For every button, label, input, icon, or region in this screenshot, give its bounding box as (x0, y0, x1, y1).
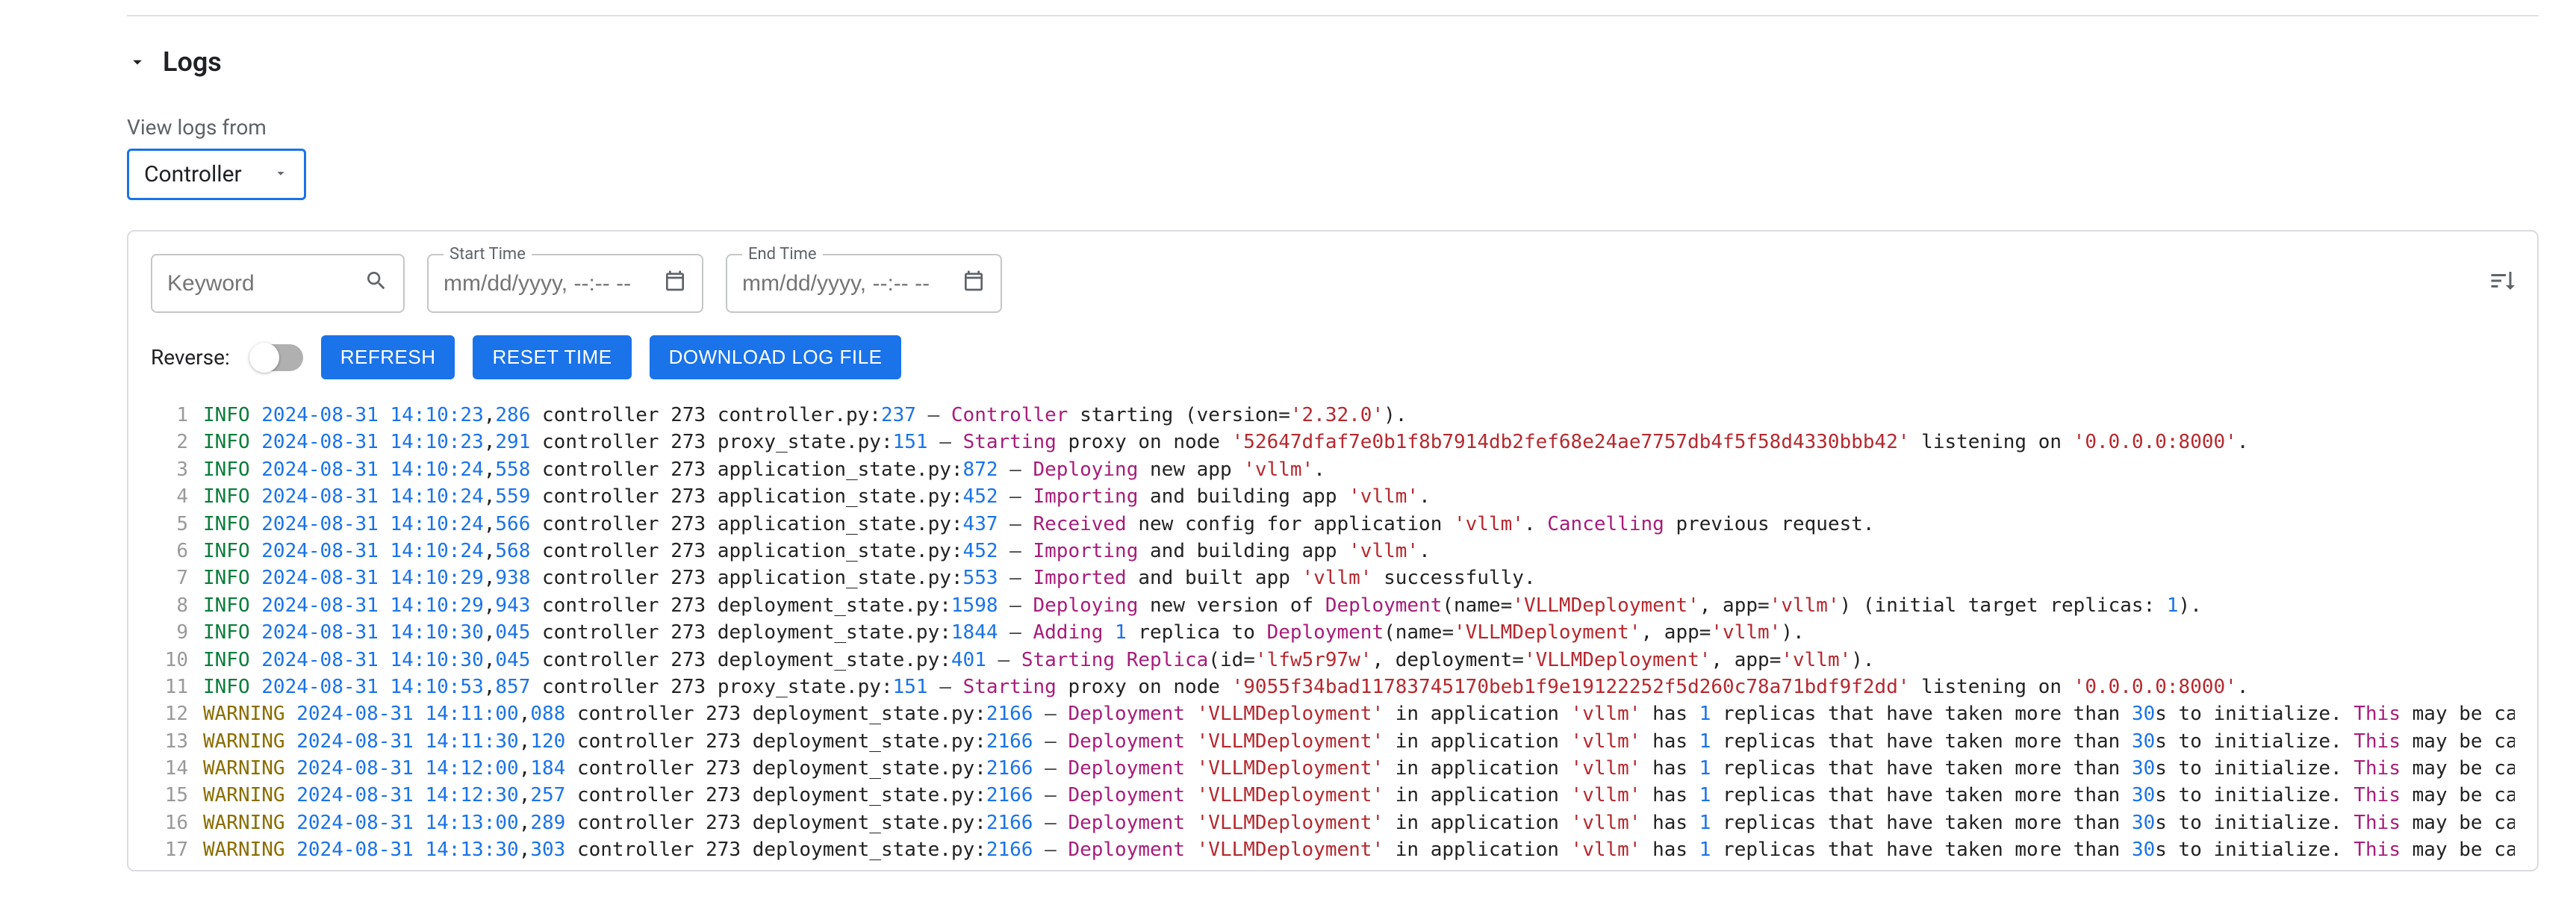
log-line: 4 INFO 2024-08-31 14:10:24,559 controller… (151, 483, 2515, 510)
log-content: INFO 2024-08-31 14:10:24,566 controller … (203, 511, 1875, 538)
log-line: 1 INFO 2024-08-31 14:10:23,286 controller… (151, 402, 2515, 429)
filter-row: Start Time End Time (151, 254, 2515, 313)
line-number: 12 (151, 700, 188, 727)
line-number: 16 (151, 809, 188, 836)
line-number: 4 (151, 483, 188, 510)
calendar-icon[interactable] (663, 269, 687, 298)
line-number: 5 (151, 511, 188, 538)
log-content: INFO 2024-08-31 14:10:29,938 controller … (203, 565, 1536, 591)
chevron-down-icon (127, 52, 148, 72)
keyword-input-box[interactable] (151, 254, 405, 313)
log-content: WARNING 2024-08-31 14:13:30,303 controll… (203, 836, 2515, 863)
logs-panel: Start Time End Time Reverse: REFRESH RES… (127, 230, 2539, 871)
logs-section-header[interactable]: Logs (127, 46, 2539, 78)
log-content: WARNING 2024-08-31 14:12:30,257 controll… (203, 782, 2515, 809)
download-log-button[interactable]: DOWNLOAD LOG FILE (650, 335, 902, 379)
line-number: 7 (151, 565, 188, 591)
end-time-label: End Time (742, 245, 823, 264)
log-line: 12 WARNING 2024-08-31 14:11:00,088 contro… (151, 700, 2515, 727)
start-time-label: Start Time (444, 245, 532, 264)
log-line: 11 INFO 2024-08-31 14:10:53,857 controlle… (151, 674, 2515, 700)
log-line: 7 INFO 2024-08-31 14:10:29,938 controller… (151, 565, 2515, 591)
line-number: 3 (151, 456, 188, 483)
log-line: 17 WARNING 2024-08-31 14:13:30,303 contro… (151, 836, 2515, 863)
keyword-input[interactable] (167, 271, 352, 296)
end-time-box[interactable]: End Time (726, 254, 1002, 313)
log-content: INFO 2024-08-31 14:10:23,291 controller … (203, 429, 2248, 456)
log-line: 15 WARNING 2024-08-31 14:12:30,257 contro… (151, 782, 2515, 809)
reverse-label: Reverse: (151, 345, 230, 370)
log-content: INFO 2024-08-31 14:10:23,286 controller … (203, 402, 1407, 429)
line-number: 17 (151, 836, 188, 863)
search-icon[interactable] (364, 269, 388, 298)
start-time-box[interactable]: Start Time (427, 254, 703, 313)
line-number: 2 (151, 429, 188, 456)
log-line: 10 INFO 2024-08-31 14:10:30,045 controlle… (151, 647, 2515, 674)
log-content: INFO 2024-08-31 14:10:30,045 controller … (203, 619, 1805, 646)
start-time-input[interactable] (444, 271, 651, 296)
log-content: INFO 2024-08-31 14:10:30,045 controller … (203, 647, 1875, 674)
view-logs-from-label: View logs from (127, 115, 2539, 140)
calendar-icon[interactable] (962, 269, 986, 298)
line-number: 15 (151, 782, 188, 809)
log-line: 3 INFO 2024-08-31 14:10:24,558 controller… (151, 456, 2515, 483)
log-line: 16 WARNING 2024-08-31 14:13:00,289 contro… (151, 809, 2515, 836)
line-number: 11 (151, 674, 188, 700)
line-number: 8 (151, 592, 188, 619)
line-number: 10 (151, 647, 188, 674)
line-number: 6 (151, 538, 188, 565)
reverse-toggle[interactable] (251, 344, 303, 371)
log-content: WARNING 2024-08-31 14:11:00,088 controll… (203, 700, 2515, 727)
line-number: 1 (151, 402, 188, 429)
log-line: 9 INFO 2024-08-31 14:10:30,045 controller… (151, 619, 2515, 646)
log-line: 14 WARNING 2024-08-31 14:12:00,184 contro… (151, 755, 2515, 782)
log-content: INFO 2024-08-31 14:10:24,568 controller … (203, 538, 1431, 565)
action-row: Reverse: REFRESH RESET TIME DOWNLOAD LOG… (151, 335, 2515, 379)
line-number: 13 (151, 728, 188, 755)
log-line: 8 INFO 2024-08-31 14:10:29,943 controller… (151, 592, 2515, 619)
reset-time-button[interactable]: RESET TIME (473, 335, 631, 379)
section-title: Logs (163, 46, 222, 78)
end-time-input[interactable] (742, 271, 950, 296)
log-content: INFO 2024-08-31 14:10:24,558 controller … (203, 456, 1325, 483)
log-line: 2 INFO 2024-08-31 14:10:23,291 controller… (151, 429, 2515, 456)
log-line: 6 INFO 2024-08-31 14:10:24,568 controller… (151, 538, 2515, 565)
log-output[interactable]: 1 INFO 2024-08-31 14:10:23,286 controller… (151, 402, 2515, 870)
line-number: 9 (151, 619, 188, 646)
refresh-button[interactable]: REFRESH (321, 335, 455, 379)
log-content: INFO 2024-08-31 14:10:29,943 controller … (203, 592, 2202, 619)
log-content: INFO 2024-08-31 14:10:24,559 controller … (203, 483, 1431, 510)
log-content: WARNING 2024-08-31 14:13:00,289 controll… (203, 809, 2515, 836)
log-line: 5 INFO 2024-08-31 14:10:24,566 controller… (151, 511, 2515, 538)
log-source-select[interactable]: Controller (127, 149, 306, 200)
caret-down-icon (273, 161, 289, 187)
line-number: 14 (151, 755, 188, 782)
sort-icon[interactable] (2488, 267, 2515, 299)
top-divider (127, 15, 2539, 16)
log-content: WARNING 2024-08-31 14:12:00,184 controll… (203, 755, 2515, 782)
log-content: WARNING 2024-08-31 14:11:30,120 controll… (203, 728, 2515, 755)
log-line: 13 WARNING 2024-08-31 14:11:30,120 contro… (151, 728, 2515, 755)
log-content: INFO 2024-08-31 14:10:53,857 controller … (203, 674, 2248, 700)
log-source-value: Controller (144, 161, 242, 187)
